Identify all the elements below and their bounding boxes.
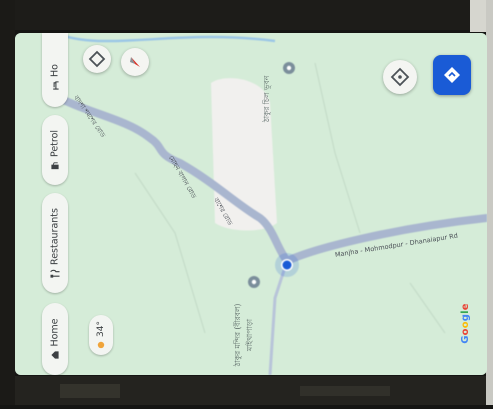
directions-icon: [444, 67, 460, 83]
layers-button[interactable]: [83, 45, 111, 73]
chip-hotels-label: Ho: [49, 64, 61, 78]
current-location-dot[interactable]: [282, 260, 292, 270]
weather-temp: 34°: [96, 321, 106, 337]
place-label-bottom[interactable]: ঠাকুর মন্দির (বীরবল) মাইথাপাড়া: [233, 300, 257, 370]
compass-button[interactable]: [121, 48, 149, 76]
google-logo: Google: [460, 303, 471, 344]
google-logo-letter: G: [459, 335, 471, 344]
compass-icon: [130, 57, 140, 67]
google-logo-letter: o: [459, 328, 471, 336]
google-logo-letter: e: [459, 303, 471, 311]
fuel-pump-icon: [51, 162, 59, 170]
sun-icon: [97, 341, 105, 349]
directions-button[interactable]: [433, 55, 471, 95]
chip-petrol-label: Petrol: [49, 129, 61, 158]
google-logo-letter: o: [459, 321, 471, 329]
chip-restaurants[interactable]: Restaurants: [42, 193, 68, 293]
place-label-top[interactable]: ঠাকুর চিল ভুবন: [262, 76, 274, 122]
weather-badge[interactable]: 34°: [89, 315, 113, 355]
chip-restaurants-label: Restaurants: [49, 208, 61, 265]
my-location-button[interactable]: [383, 60, 417, 94]
home-icon: [51, 351, 59, 359]
chip-home[interactable]: Home: [42, 303, 68, 375]
crosshair-icon: [390, 67, 410, 87]
layers-icon: [88, 50, 106, 68]
map-screen[interactable]: ঠাকুর চিল ভুবন ঠাকুর মন্দির (বীরবল) মাইথ…: [15, 33, 487, 375]
restaurant-icon: [50, 269, 60, 278]
chip-hotels[interactable]: Ho: [42, 33, 68, 107]
google-logo-letter: g: [459, 313, 471, 322]
bed-icon: [53, 81, 59, 91]
chip-petrol[interactable]: Petrol: [42, 115, 68, 185]
chip-home-label: Home: [49, 318, 61, 347]
google-logo-letter: l: [459, 310, 471, 314]
